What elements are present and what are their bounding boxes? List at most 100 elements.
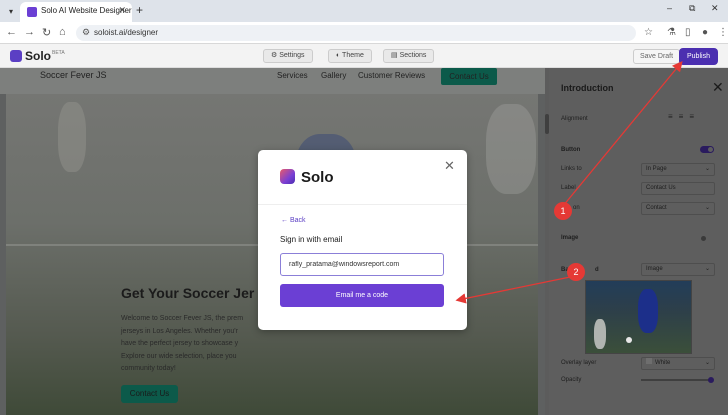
home-icon[interactable]: ⌂: [59, 26, 66, 38]
thumb-player: [638, 289, 658, 333]
alignment-label: Alignment: [561, 116, 588, 122]
back-arrow-icon: ←: [281, 217, 290, 224]
site-info-icon[interactable]: ⚙: [82, 27, 90, 38]
toggle-knob: [708, 147, 713, 152]
app-logo: SoloBETA: [10, 49, 65, 63]
site-nav: Soccer Fever JS Services Gallery Custome…: [0, 68, 545, 94]
links-to-select[interactable]: In Page ⌄: [641, 163, 715, 176]
background-select[interactable]: Image ⌄: [641, 263, 715, 276]
sidepanel-icon[interactable]: ▯: [685, 27, 691, 38]
tab-close-icon[interactable]: ✕: [118, 5, 126, 16]
reload-icon[interactable]: ↻: [42, 26, 51, 39]
browser-tab[interactable]: Solo AI Website Designer ✕: [20, 2, 132, 22]
save-draft-button[interactable]: Save Draft: [633, 49, 681, 64]
alignment-options[interactable]: ≡≡≡: [668, 112, 700, 121]
new-tab-button[interactable]: +: [136, 3, 143, 17]
bookmark-star-icon[interactable]: ☆: [644, 27, 653, 38]
extensions-icon[interactable]: ⚗: [667, 27, 676, 38]
signin-modal: ✕ Solo ← Back Sign in with email Email m…: [258, 150, 467, 330]
beta-label: BETA: [52, 50, 65, 56]
window-close-icon[interactable]: ✕: [711, 3, 719, 14]
address-bar[interactable]: ⚙ soloist.ai/designer: [76, 25, 636, 41]
site-brand: Soccer Fever JS: [40, 70, 107, 80]
hero-line: Explore our wide selection, place you: [121, 352, 237, 360]
settings-panel: Introduction ✕ Alignment ≡≡≡ Button Link…: [545, 68, 728, 415]
url-text: soloist.ai/designer: [94, 28, 159, 37]
forward-arrow-icon[interactable]: →: [24, 26, 35, 38]
opacity-label: Opacity: [561, 377, 582, 383]
theme-button[interactable]: ◐ Theme: [328, 49, 372, 63]
links-to-value: In Page: [646, 166, 667, 172]
player-silhouette: [58, 102, 86, 172]
back-label: Back: [289, 217, 306, 224]
hero-line: community today!: [121, 365, 176, 372]
label-field-label: Label: [561, 185, 576, 191]
settings-button[interactable]: ⚙ Settings: [263, 49, 313, 63]
label-input[interactable]: Contact Us: [641, 182, 715, 195]
thumb-player: [594, 319, 606, 349]
panel-close-icon[interactable]: ✕: [712, 79, 724, 96]
tab-search-icon[interactable]: ▾: [4, 5, 18, 19]
chevron-down-icon: ⌄: [704, 360, 710, 366]
panel-title: Introduction: [561, 83, 614, 93]
player-silhouette: [486, 104, 536, 194]
hero-title: Get Your Soccer Jer: [121, 285, 255, 301]
background-label-end: d: [595, 267, 599, 273]
modal-divider: [258, 204, 467, 205]
opacity-slider[interactable]: [641, 377, 714, 383]
profile-icon[interactable]: ●: [702, 27, 708, 38]
back-link[interactable]: ← Back: [281, 217, 306, 224]
thumb-ball: [626, 337, 632, 343]
solo-logo-icon: [10, 50, 22, 62]
button-toggle[interactable]: [700, 146, 714, 153]
solo-logo-icon: [280, 169, 295, 184]
modal-close-icon[interactable]: ✕: [444, 158, 455, 174]
browser-menu-icon[interactable]: ⋮: [718, 27, 728, 38]
hero-text: Welcome to Soccer Fever JS, the prem jer…: [121, 313, 261, 376]
email-code-button[interactable]: Email me a code: [280, 284, 444, 307]
slider-handle[interactable]: [708, 377, 714, 383]
minimize-icon[interactable]: –: [667, 3, 672, 13]
button-label: Button: [561, 147, 581, 153]
action-value: Contact: [646, 205, 667, 211]
browser-toolbar: ← → ↻ ⌂ ⚙ soloist.ai/designer ☆ ⚗ ▯ ● ⋮: [0, 22, 728, 44]
links-to-label: Links to: [561, 166, 582, 172]
email-field[interactable]: [280, 253, 444, 276]
overlay-swatch: [646, 358, 652, 364]
chevron-down-icon: ⌄: [704, 166, 710, 172]
background-image-thumbnail[interactable]: [585, 280, 692, 354]
chevron-down-icon: ⌄: [704, 266, 710, 272]
action-select[interactable]: Contact ⌄: [641, 202, 715, 215]
hero-line: have the perfect jersey to showcase y: [121, 340, 239, 347]
browser-tab-bar: ▾ Solo AI Website Designer ✕ + – ⧉ ✕: [0, 0, 728, 22]
overlay-select[interactable]: White ⌄: [641, 357, 715, 370]
hero-contact-button[interactable]: Contact Us: [121, 385, 178, 403]
overlay-value: White: [655, 360, 671, 366]
signin-heading: Sign in with email: [280, 235, 343, 244]
action-label: on: [573, 205, 580, 211]
annotation-badge-1: 1: [554, 202, 572, 220]
modal-logo: Solo: [280, 169, 334, 186]
background-value: Image: [646, 266, 663, 272]
hero-line: jerseys in Los Angeles. Whether you'r: [121, 327, 238, 335]
restore-icon[interactable]: ⧉: [689, 3, 695, 14]
logo-text: Solo: [25, 49, 51, 63]
back-arrow-icon[interactable]: ←: [6, 26, 17, 38]
publish-button[interactable]: Publish: [679, 48, 718, 65]
nav-customer-reviews[interactable]: Customer Reviews: [358, 71, 425, 80]
nav-contact-button[interactable]: Contact Us: [441, 68, 497, 85]
modal-logo-text: Solo: [301, 169, 334, 186]
image-label: Image: [561, 235, 579, 241]
settings-label: Settings: [279, 52, 305, 59]
sections-label: Sections: [399, 52, 427, 59]
panel-body: Introduction ✕ Alignment ≡≡≡ Button Link…: [549, 68, 728, 415]
image-toggle[interactable]: [701, 236, 706, 241]
chevron-down-icon: ⌄: [704, 205, 710, 211]
annotation-badge-2: 2: [567, 263, 585, 281]
app-header: SoloBETA ⚙ Settings ◐ Theme ▤ Sections S…: [0, 44, 728, 68]
sections-button[interactable]: ▤ Sections: [383, 49, 435, 63]
hero-line: Welcome to Soccer Fever JS, the prem: [121, 315, 244, 322]
nav-gallery[interactable]: Gallery: [321, 71, 346, 80]
nav-services[interactable]: Services: [277, 71, 308, 80]
theme-label: Theme: [342, 52, 364, 59]
